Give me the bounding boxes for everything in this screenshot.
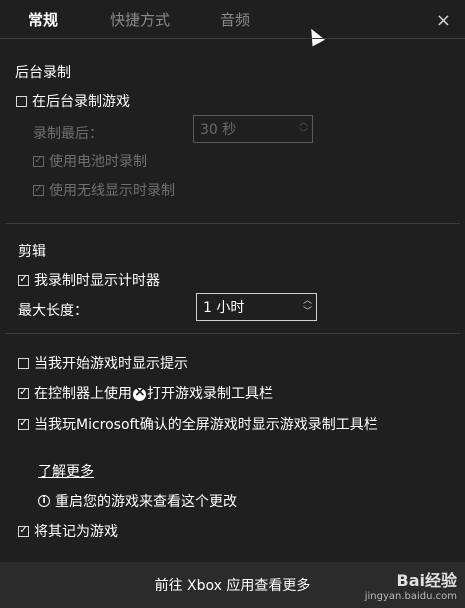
- remember-game-label: 将其记为游戏: [34, 524, 118, 540]
- close-icon[interactable]: ×: [436, 10, 451, 31]
- checkmark-icon: ✓: [18, 418, 29, 430]
- record-last-text: 录制最后：: [33, 126, 103, 142]
- restart-note: i 重启您的游戏来查看这个更改: [38, 491, 237, 511]
- controller-checkbox[interactable]: ✓ 在控制器上使用打开游戏录制工具栏: [18, 383, 273, 403]
- wireless-record-label: 使用无线显示时录制: [49, 183, 175, 199]
- baidu-watermark: Bai经验 jingyan.baidu.com: [365, 567, 457, 602]
- record-last-value: 30 秒: [200, 122, 237, 138]
- wireless-record-checkbox[interactable]: ✓ 使用无线显示时录制: [33, 180, 175, 200]
- clips-title: 剪辑: [18, 244, 46, 260]
- xbox-icon: [133, 384, 146, 401]
- show-timer-label: 我录制时显示计时器: [34, 273, 160, 289]
- max-length-value: 1 小时: [203, 300, 245, 316]
- spinner-arrows-icon[interactable]: ︿ ﹀: [299, 118, 308, 140]
- show-tips-checkbox[interactable]: 当我开始游戏时显示提示: [18, 353, 188, 373]
- record-in-background-checkbox[interactable]: 在后台录制游戏: [16, 91, 130, 111]
- max-length-label: 最大长度：: [18, 300, 88, 320]
- tab-shortcuts[interactable]: 快捷方式: [110, 9, 170, 30]
- footer-text: 前往 Xbox 应用查看更多: [154, 578, 311, 594]
- section-divider: [5, 223, 460, 224]
- checkbox-icon: [18, 357, 29, 369]
- tab-audio[interactable]: 音频: [220, 9, 250, 30]
- remember-game-checkbox[interactable]: ✓ 将其记为游戏: [18, 521, 118, 541]
- show-timer-checkbox[interactable]: ✓ 我录制时显示计时器: [18, 270, 160, 290]
- spinner-arrows-icon[interactable]: ︿ ﹀: [303, 296, 312, 318]
- controller-label-after: 打开游戏录制工具栏: [147, 386, 273, 402]
- tab-general[interactable]: 常规: [28, 9, 58, 30]
- mouse-cursor-icon: [305, 25, 325, 47]
- record-last-label: 录制最后：: [33, 123, 103, 143]
- fullscreen-label: 当我玩Microsoft确认的全屏游戏时显示游戏录制工具栏: [34, 417, 378, 433]
- controller-label-before: 在控制器上使用: [34, 386, 132, 402]
- checkmark-icon: ✓: [18, 525, 29, 537]
- watermark-logo: Bai经验: [396, 571, 457, 590]
- checkbox-icon: [16, 95, 27, 107]
- checkmark-icon: ✓: [33, 184, 44, 196]
- background-recording-title: 后台录制: [15, 65, 71, 81]
- learn-more-link[interactable]: 了解更多: [38, 461, 94, 481]
- max-length-spinner[interactable]: 1 小时 ︿ ﹀: [196, 293, 317, 321]
- watermark-url: jingyan.baidu.com: [364, 591, 457, 602]
- section-divider: [5, 333, 460, 334]
- tabs-divider: [0, 38, 465, 39]
- show-tips-label: 当我开始游戏时显示提示: [34, 356, 188, 372]
- restart-note-text: 重启您的游戏来查看这个更改: [55, 494, 237, 510]
- controller-label: 在控制器上使用打开游戏录制工具栏: [34, 383, 273, 403]
- checkmark-icon: ✓: [18, 387, 29, 399]
- record-in-background-label: 在后台录制游戏: [32, 94, 130, 110]
- fullscreen-checkbox[interactable]: ✓ 当我玩Microsoft确认的全屏游戏时显示游戏录制工具栏: [18, 414, 378, 434]
- max-length-text: 最大长度：: [18, 303, 88, 319]
- battery-record-checkbox[interactable]: ✓ 使用电池时录制: [33, 151, 147, 171]
- checkmark-icon: ✓: [33, 155, 44, 167]
- battery-record-label: 使用电池时录制: [49, 154, 147, 170]
- info-icon: i: [38, 495, 50, 507]
- checkmark-icon: ✓: [18, 274, 29, 286]
- record-last-spinner[interactable]: 30 秒 ︿ ﹀: [193, 115, 313, 143]
